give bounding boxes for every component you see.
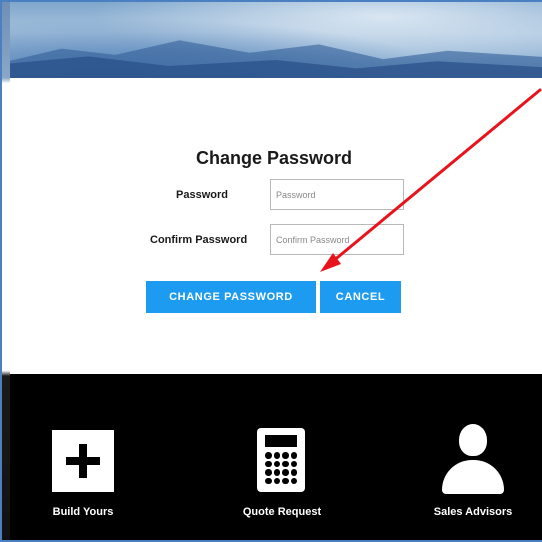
footer-item-label: Build Yours <box>52 506 114 518</box>
user-icon <box>442 424 504 494</box>
cancel-button[interactable]: CANCEL <box>320 281 401 313</box>
footer-item-quote-request[interactable]: Quote Request <box>212 374 352 540</box>
footer-item-label: Sales Advisors <box>433 506 513 518</box>
left-edge-strip <box>2 2 10 540</box>
calculator-icon <box>257 428 305 492</box>
footer-item-sales-advisors[interactable]: Sales Advisors <box>403 374 542 540</box>
change-password-button[interactable]: CHANGE PASSWORD <box>146 281 316 313</box>
confirm-password-field[interactable] <box>270 224 404 255</box>
confirm-password-label: Confirm Password <box>150 234 248 246</box>
footer: Build Yours Quote Request Sales Advisors <box>10 374 542 540</box>
plus-icon <box>52 430 114 492</box>
page-frame: Change Password Password Confirm Passwor… <box>0 0 542 542</box>
footer-item-label: Quote Request <box>242 506 322 518</box>
page-title: Change Password <box>195 148 353 168</box>
hero-banner <box>8 2 542 78</box>
footer-item-build-yours[interactable]: Build Yours <box>13 374 153 540</box>
password-label: Password <box>176 189 228 201</box>
password-field[interactable] <box>270 179 404 210</box>
